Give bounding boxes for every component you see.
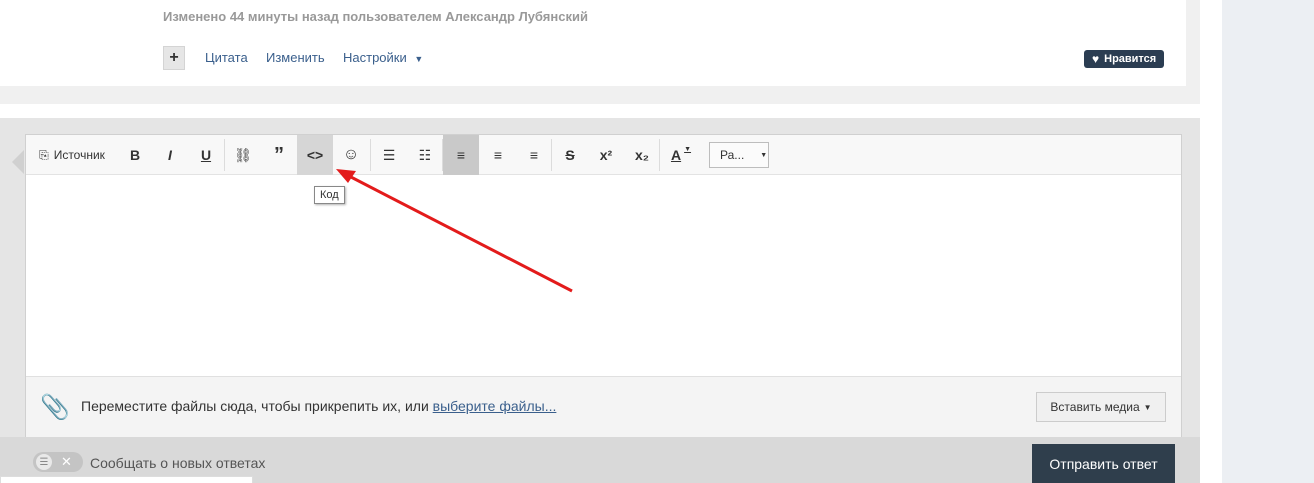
underline-button[interactable]: U [192, 135, 220, 175]
insert-media-button[interactable]: Вставить медиа ▼ [1036, 392, 1166, 422]
caret-down-icon: ▼ [1143, 402, 1152, 412]
editor-toolbar: ⎘ Источник B I U ⛓ ” <> ☺ ☰ ☷ ≡ ≡ ≡ S x²… [26, 135, 1181, 175]
source-button[interactable]: ⎘ Источник [32, 135, 112, 175]
post-card: Изменено 44 минуты назад пользователем А… [0, 0, 1186, 86]
font-color-button[interactable]: A ▼ [664, 135, 698, 175]
subscript-button[interactable]: x₂ [628, 135, 656, 175]
toggle-knob-icon: ☰ [36, 454, 52, 470]
multiquote-plus-button[interactable]: + [163, 46, 185, 70]
link-icon: ⛓ [234, 146, 252, 163]
align-center-button[interactable]: ≡ [484, 135, 512, 175]
bold-button[interactable]: B [121, 135, 149, 175]
toolbar-separator [551, 139, 552, 171]
notify-toggle[interactable]: ☰ ✕ [33, 452, 83, 472]
superscript-button[interactable]: x² [592, 135, 620, 175]
edited-notice: Изменено 44 минуты назад пользователем А… [163, 9, 588, 24]
align-left-button[interactable]: ≡ [443, 135, 479, 175]
attachment-bar: 📎 Переместите файлы сюда, чтобы прикрепи… [26, 376, 1181, 438]
align-right-button[interactable]: ≡ [520, 135, 548, 175]
source-icon: ⎘ [39, 147, 49, 162]
quote-link[interactable]: Цитата [205, 50, 248, 65]
smiley-icon: ☺ [342, 146, 360, 163]
notify-label: Сообщать о новых ответах [90, 455, 266, 471]
toolbar-separator [659, 139, 660, 171]
bottom-panel-edge [0, 476, 253, 483]
align-right-icon: ≡ [529, 147, 539, 163]
toolbar-separator [224, 139, 225, 171]
quote-icon: ” [274, 143, 284, 166]
italic-button[interactable]: I [156, 135, 184, 175]
numbered-list-icon: ☷ [418, 146, 432, 163]
edit-link[interactable]: Изменить [266, 50, 325, 65]
format-dropdown[interactable]: Ра... ▼ [709, 142, 769, 168]
choose-files-link[interactable]: выберите файлы... [433, 398, 557, 414]
code-tooltip: Код [314, 186, 345, 204]
underline-icon: U [200, 147, 212, 163]
settings-link[interactable]: Настройки ▼ [343, 50, 423, 65]
strikethrough-icon: S [565, 147, 575, 163]
align-center-icon: ≡ [493, 147, 503, 163]
toolbar-separator [370, 139, 371, 171]
link-button[interactable]: ⛓ [229, 135, 257, 175]
reply-pointer [12, 150, 24, 174]
caret-down-icon: ▼ [760, 151, 768, 159]
code-icon: <> [306, 147, 324, 163]
caret-down-icon: ▼ [684, 145, 692, 153]
quote-button[interactable]: ” [265, 135, 293, 175]
heart-icon: ♥ [1092, 52, 1100, 66]
attach-text: Переместите файлы сюда, чтобы прикрепить… [81, 398, 433, 414]
code-button[interactable]: <> [297, 135, 333, 175]
align-left-icon: ≡ [456, 147, 466, 163]
strikethrough-button[interactable]: S [556, 135, 584, 175]
rich-text-editor: ⎘ Источник B I U ⛓ ” <> ☺ ☰ ☷ ≡ ≡ ≡ S x²… [25, 134, 1182, 438]
attach-instructions: Переместите файлы сюда, чтобы прикрепить… [81, 398, 556, 414]
like-label: Нравится [1104, 53, 1157, 65]
superscript-icon: x² [599, 147, 613, 163]
close-icon: ✕ [61, 454, 72, 469]
submit-reply-button[interactable]: Отправить ответ [1032, 444, 1175, 483]
caret-down-icon: ▼ [414, 54, 424, 64]
emoji-button[interactable]: ☺ [337, 135, 365, 175]
bullet-list-button[interactable]: ☰ [375, 135, 403, 175]
editor-content-area[interactable] [26, 175, 1181, 375]
source-label: Источник [53, 148, 105, 162]
italic-icon: I [168, 147, 172, 163]
insert-media-label: Вставить медиа [1050, 400, 1140, 414]
font-color-icon: A [670, 147, 682, 163]
bullet-list-icon: ☰ [382, 146, 396, 163]
like-button[interactable]: ♥ Нравится [1084, 50, 1165, 68]
paperclip-icon: 📎 [40, 394, 70, 421]
settings-label: Настройки [343, 50, 407, 65]
subscript-icon: x₂ [634, 147, 649, 163]
bold-icon: B [129, 147, 141, 163]
numbered-list-button[interactable]: ☷ [411, 135, 439, 175]
format-value: Ра... [720, 148, 745, 162]
right-sidebar [1222, 0, 1314, 483]
